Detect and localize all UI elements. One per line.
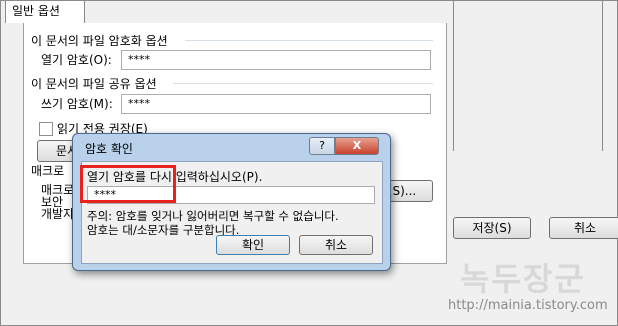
macro-text-line3: 개발자 [41, 207, 75, 221]
divider [185, 40, 433, 41]
ok-button[interactable]: 확인 [216, 235, 290, 255]
help-button[interactable]: ? [309, 137, 335, 155]
cancel-button[interactable]: 취소 [549, 217, 618, 239]
confirm-cancel-button[interactable]: 취소 [299, 235, 373, 255]
highlight-box [80, 165, 176, 203]
watermark-url: http://mainia.tistory.com [448, 298, 608, 313]
dialog-title: 암호 확인 [85, 142, 133, 156]
divider [173, 83, 433, 84]
modify-password-label: 쓰기 암호(M): [41, 97, 113, 111]
modify-password-field[interactable]: **** [121, 94, 431, 114]
window-edge [453, 1, 454, 151]
encrypt-section-title: 이 문서의 파일 암호화 옵션 [31, 34, 168, 48]
tab-general-options[interactable]: 일반 옵션 [5, 1, 85, 23]
macro-section-title: 매크로 [31, 164, 65, 178]
close-button[interactable]: X [335, 137, 379, 155]
open-password-label: 열기 암호(O): [41, 53, 112, 67]
share-section-title: 이 문서의 파일 공유 옵션 [31, 77, 157, 91]
readonly-checkbox[interactable] [39, 122, 53, 136]
save-button[interactable]: 저장(S) [453, 217, 531, 239]
window-edge [602, 1, 603, 151]
watermark-logo: 녹두장군 [460, 260, 586, 298]
open-password-field[interactable]: **** [121, 50, 431, 70]
